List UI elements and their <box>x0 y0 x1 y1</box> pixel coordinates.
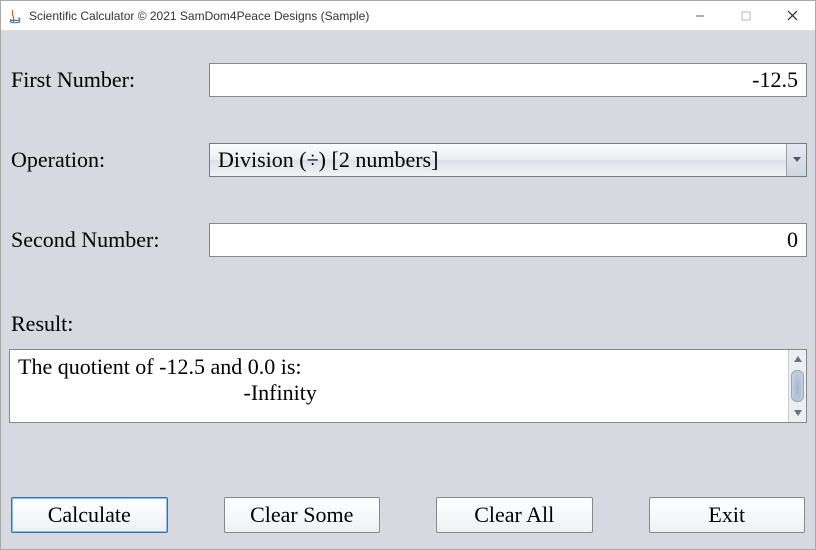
operation-combobox[interactable]: Division (÷) [2 numbers] <box>209 143 807 177</box>
minimize-button[interactable] <box>677 1 723 30</box>
second-number-row: Second Number: <box>9 223 807 257</box>
clear-all-button[interactable]: Clear All <box>436 497 593 533</box>
java-app-icon <box>7 8 23 24</box>
exit-button[interactable]: Exit <box>649 497 806 533</box>
window-controls <box>677 1 815 30</box>
titlebar: Scientific Calculator © 2021 SamDom4Peac… <box>1 1 815 31</box>
content-panel: First Number: Operation: Division (÷) [2… <box>1 31 815 549</box>
close-button[interactable] <box>769 1 815 30</box>
maximize-button[interactable] <box>723 1 769 30</box>
scroll-down-icon <box>789 404 806 422</box>
button-row: Calculate Clear Some Clear All Exit <box>9 497 807 535</box>
result-scrollbar[interactable] <box>788 350 806 422</box>
scroll-thumb[interactable] <box>791 370 804 402</box>
first-number-row: First Number: <box>9 63 807 97</box>
scroll-up-icon <box>789 350 806 368</box>
result-label: Result: <box>9 311 807 337</box>
result-text: The quotient of -12.5 and 0.0 is: -Infin… <box>10 350 788 422</box>
window-title: Scientific Calculator © 2021 SamDom4Peac… <box>29 9 677 23</box>
first-number-label: First Number: <box>9 67 209 93</box>
second-number-input[interactable] <box>209 223 807 257</box>
operation-label: Operation: <box>9 147 209 173</box>
operation-row: Operation: Division (÷) [2 numbers] <box>9 143 807 177</box>
second-number-label: Second Number: <box>9 227 209 253</box>
result-label-row: Result: <box>9 311 807 337</box>
operation-selected-value: Division (÷) [2 numbers] <box>218 147 438 173</box>
chevron-down-icon <box>786 144 806 176</box>
calculate-button[interactable]: Calculate <box>11 497 168 533</box>
clear-some-button[interactable]: Clear Some <box>224 497 381 533</box>
first-number-input[interactable] <box>209 63 807 97</box>
result-output: The quotient of -12.5 and 0.0 is: -Infin… <box>9 349 807 423</box>
app-window: Scientific Calculator © 2021 SamDom4Peac… <box>0 0 816 550</box>
